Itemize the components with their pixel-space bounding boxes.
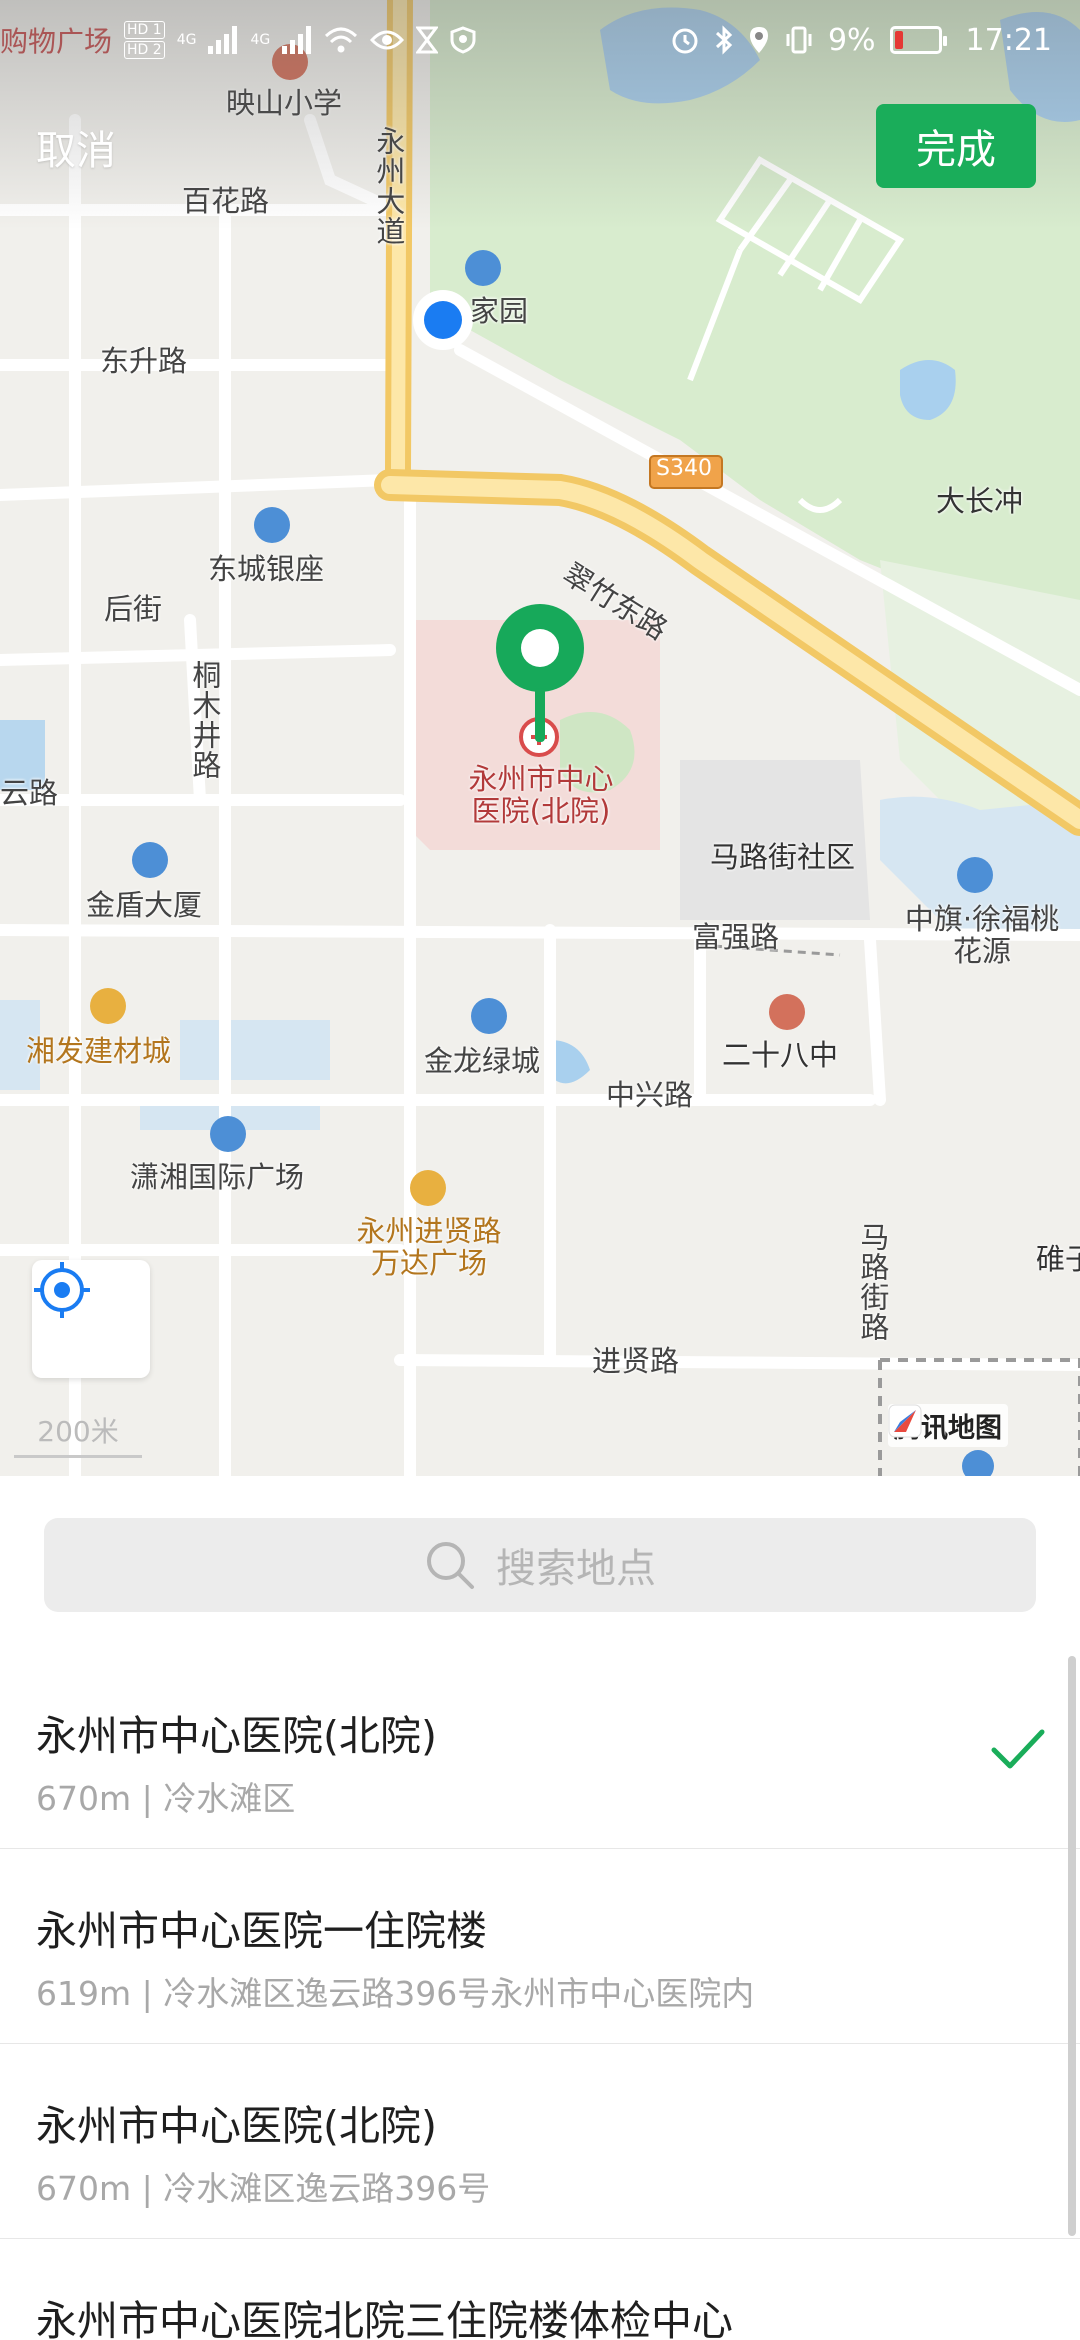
done-button[interactable]: 完成 <box>876 104 1036 188</box>
status-bar: 购物广场 HD 1 HD 2 4G 4G 9% 17:21 <box>0 0 1080 80</box>
locate-button[interactable] <box>32 1260 150 1378</box>
map-label-s340: S340 <box>656 456 712 481</box>
result-title: 永州市中心医院(北院) <box>36 1712 437 1760</box>
list-item[interactable]: 永州市中心医院北院三住院楼体检中心 <box>0 2239 1080 2340</box>
map-label-zhongqi-xufu: 中旗·徐福桃花源 <box>904 902 1060 968</box>
result-title: 永州市中心医院(北院) <box>36 2102 437 2150</box>
net1-label: 4G <box>176 32 197 48</box>
result-subtitle: 670m | 冷水滩区逸云路396号 <box>36 2169 491 2208</box>
battery-percent: 9% <box>827 22 876 58</box>
tencent-map-icon <box>888 1404 922 1438</box>
crosshair-icon <box>34 1262 90 1318</box>
result-title: 永州市中心医院北院三住院楼体检中心 <box>36 2297 733 2340</box>
map-label-wanda-plaza: 永州进贤路万达广场 <box>356 1214 502 1280</box>
map-label-xiangfa-market: 湘发建材城 <box>26 1034 172 1068</box>
map-label-baihua-road: 百花路 <box>182 184 270 218</box>
map-label-malujie-community: 马路街社区 <box>710 840 856 874</box>
map-label-jinlong-lvcheng: 金龙绿城 <box>424 1044 541 1078</box>
hourglass-icon <box>416 26 439 54</box>
map-label-malujie-road: 马路街路 <box>855 1222 890 1342</box>
app-root: 映山小学 永州大道 百花路 家园 东升路 S340 大长冲 东城银座 翠竹东路 … <box>0 0 1080 2340</box>
vibrate-icon <box>786 26 812 54</box>
map-label-hospital: 永州市中心医院(北院) <box>468 762 614 828</box>
map-pin-icon <box>496 604 584 742</box>
result-subtitle: 670m | 冷水滩区 <box>36 1779 296 1818</box>
list-item[interactable]: 永州市中心医院(北院) 670m | 冷水滩区逸云路396号 <box>0 2044 1080 2239</box>
map-label-dongsheng-road: 东升路 <box>100 344 188 378</box>
map-provider-logo: 腾讯地图 <box>888 1404 1008 1447</box>
map-label-fuqiang-road: 富强路 <box>692 920 780 954</box>
result-title: 永州市中心医院一住院楼 <box>36 1907 487 1955</box>
map-label-zhongxing-road: 中兴路 <box>606 1078 694 1112</box>
map-scale: 200米 <box>14 1410 142 1458</box>
eye-icon <box>370 30 405 50</box>
search-icon <box>427 1542 474 1589</box>
bottom-sheet: 搜索地点 永州市中心医院(北院) 670m | 冷水滩区 永州市中心医院一住院楼… <box>0 1476 1080 2340</box>
signal-icon <box>208 26 238 54</box>
map-label-xiaoxiang-plaza: 潇湘国际广场 <box>130 1160 305 1194</box>
map-label-yun-road: 云路 <box>0 776 59 810</box>
result-list: 永州市中心医院(北院) 670m | 冷水滩区 永州市中心医院一住院楼 619m… <box>0 1654 1080 2340</box>
signal-icon-2 <box>282 26 312 54</box>
map-label-jinxian-road: 进贤路 <box>592 1344 680 1378</box>
bluetooth-icon <box>715 25 733 55</box>
hd1-badge: HD 1 <box>124 21 165 39</box>
current-location-dot <box>413 290 473 350</box>
status-left-text: 购物广场 <box>0 25 113 58</box>
list-item[interactable]: 永州市中心医院一住院楼 619m | 冷水滩区逸云路396号永州市中心医院内 <box>0 1849 1080 2044</box>
alarm-icon <box>672 28 698 54</box>
map-label-bei: 碓子 <box>1036 1242 1080 1276</box>
battery-level-fill <box>894 31 903 49</box>
wifi-icon <box>325 27 358 53</box>
map-label-school-28: 二十八中 <box>722 1038 839 1072</box>
shield-icon <box>450 26 476 54</box>
map-label-jindun-building: 金盾大厦 <box>86 888 203 922</box>
search-placeholder: 搜索地点 <box>496 1546 656 1592</box>
map-label-yingshan-school: 映山小学 <box>226 86 343 120</box>
map-label-dachang-chong: 大长冲 <box>936 484 1024 518</box>
location-icon <box>749 27 768 53</box>
map-label-hou-street: 后街 <box>104 592 163 626</box>
search-input[interactable]: 搜索地点 <box>44 1518 1036 1612</box>
cancel-button[interactable]: 取消 <box>36 118 116 176</box>
battery-icon <box>889 26 947 54</box>
result-subtitle: 619m | 冷水滩区逸云路396号永州市中心医院内 <box>36 1974 755 2013</box>
hd2-badge: HD 2 <box>124 41 165 59</box>
map-label-dongcheng-yinzuo: 东城银座 <box>208 552 325 586</box>
map-label-jiayuan: 家园 <box>470 294 529 328</box>
map-view[interactable]: 映山小学 永州大道 百花路 家园 东升路 S340 大长冲 东城银座 翠竹东路 … <box>0 0 1080 1476</box>
map-label-yongzhou-avenue: 永州大道 <box>371 126 406 246</box>
net2-label: 4G <box>250 32 271 48</box>
list-item[interactable]: 永州市中心医院(北院) 670m | 冷水滩区 <box>0 1654 1080 1849</box>
scrollbar[interactable] <box>1068 1656 1076 2236</box>
check-icon <box>991 1729 1045 1769</box>
map-label-tongmujing-road: 桐木井路 <box>187 660 222 780</box>
status-time: 17:21 <box>965 22 1052 58</box>
